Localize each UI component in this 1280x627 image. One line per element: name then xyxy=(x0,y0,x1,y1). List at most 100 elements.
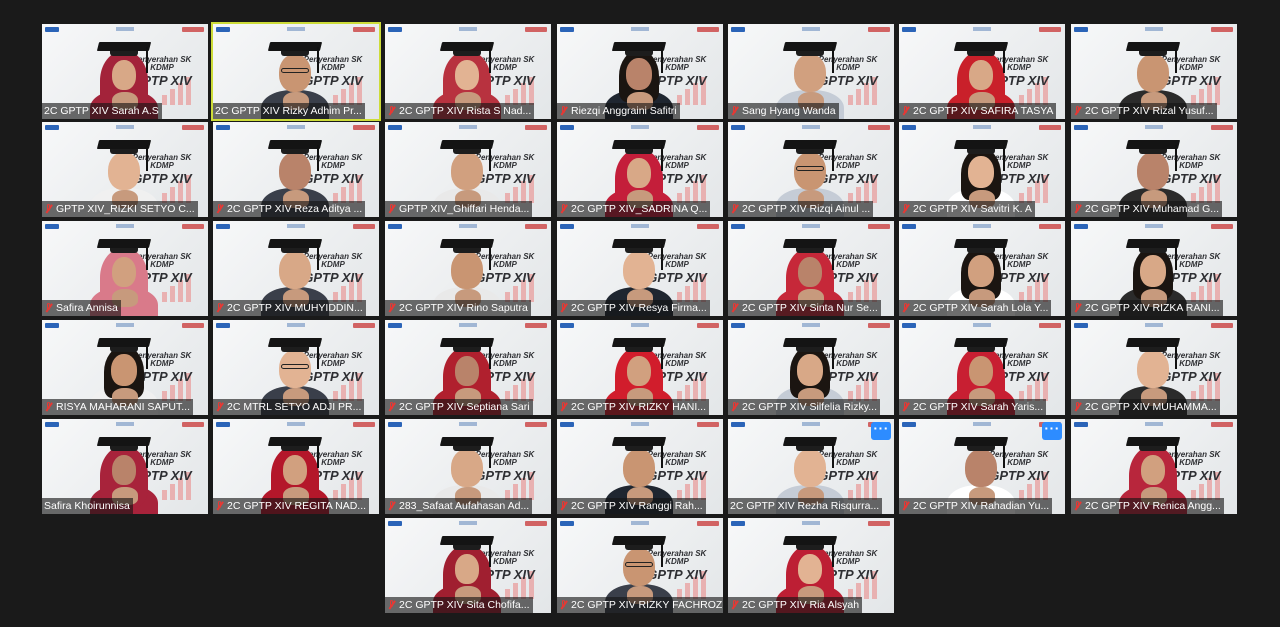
participant-name: GPTP XIV_RIZKI SETYO C... xyxy=(56,203,195,215)
logo xyxy=(1145,422,1163,426)
logo xyxy=(731,521,745,526)
more-options-button[interactable]: ··· xyxy=(871,422,891,440)
muted-mic-icon xyxy=(901,501,910,511)
participant-name-label: 2C GPTP XIV Rizky Adhim Pr... xyxy=(213,103,365,119)
participant-tile[interactable]: Penyerahan SK KDMP GPTP XIV 2C GPTP XIV Si… xyxy=(385,518,551,613)
participant-name-label: Sang Hyang Wanda xyxy=(728,103,839,119)
tassel xyxy=(661,47,663,73)
participant-name-label: 2C GPTP XIV Sinta Nur Se... xyxy=(728,300,881,316)
participant-tile[interactable]: Penyerahan SK KDMP GPTP XIV 2C MTRL SETYO … xyxy=(213,320,379,415)
participant-name: 2C GPTP XIV RIZKA RANI... xyxy=(1085,302,1220,314)
participant-tile[interactable]: Penyerahan SK KDMP GPTP XIV Riezqi Anggrai… xyxy=(557,24,723,119)
logo xyxy=(1074,422,1088,427)
participant-tile[interactable]: Penyerahan SK KDMP GPTP XIV Sang Hyang Wan… xyxy=(728,24,894,119)
participant-tile[interactable]: Penyerahan SK KDMP GPTP XIV 2C GPTP XIV Ri… xyxy=(211,22,381,121)
participant-tile[interactable]: Penyerahan SK KDMP GPTP XIV 2C GPTP XIV Se… xyxy=(385,320,551,415)
logo xyxy=(560,422,574,427)
tassel xyxy=(146,442,148,468)
participant-tile[interactable]: Penyerahan SK KDMP GPTP XIV Safira Khoirun… xyxy=(42,419,208,514)
participant-name-label: 2C GPTP XIV Rizal Yusuf... xyxy=(1071,103,1217,119)
graduation-cap-icon xyxy=(953,338,1009,347)
participant-name-label: 2C GPTP XIV Muhamad G... xyxy=(1071,201,1223,217)
logo xyxy=(560,27,574,32)
participant-tile[interactable]: Penyerahan SK KDMP GPTP XIV 2C GPTP XIV Sa… xyxy=(899,320,1065,415)
muted-mic-icon xyxy=(559,106,568,116)
logo xyxy=(525,224,547,229)
participant-name-label: 2C GPTP XIV RIZKA RANI... xyxy=(1071,300,1223,316)
participant-tile[interactable]: Penyerahan SK KDMP GPTP XIV 2C GPTP XIV RI… xyxy=(1071,221,1237,316)
participant-name-label: 2C GPTP XIV Ria Alsyah xyxy=(728,597,863,613)
participant-name-label: 2C GPTP XIV SAFIRA TASYA xyxy=(899,103,1057,119)
participant-tile[interactable]: Penyerahan SK KDMP GPTP XIV 2C GPTP XIV Re… xyxy=(557,221,723,316)
participant-name: 2C GPTP XIV Septiana Sari xyxy=(399,401,530,413)
tassel xyxy=(1003,47,1005,73)
participant-name: 2C GPTP XIV Rezha Risqurra... xyxy=(730,500,880,512)
participant-name-label: 2C GPTP XIV MUHAMMA... xyxy=(1071,399,1220,415)
participant-tile[interactable]: Penyerahan SK KDMP GPTP XIV 2C GPTP XIV SA… xyxy=(899,24,1065,119)
participant-tile[interactable]: Penyerahan SK KDMP GPTP XIV RISYA MAHARANI… xyxy=(42,320,208,415)
participant-name-label: 2C GPTP XIV Reza Aditya ... xyxy=(213,201,366,217)
graduation-cap-icon xyxy=(1125,42,1181,51)
participant-tile[interactable]: Penyerahan SK KDMP GPTP XIV 2C GPTP XIV Sa… xyxy=(42,24,208,119)
muted-mic-icon xyxy=(730,303,739,313)
muted-mic-icon xyxy=(559,204,568,214)
logo xyxy=(1145,27,1163,31)
muted-mic-icon xyxy=(730,402,739,412)
participant-tile[interactable]: Penyerahan SK KDMP GPTP XIV 2C GPTP XIV Ri… xyxy=(728,122,894,217)
logo xyxy=(1145,125,1163,129)
participant-name: 2C GPTP XIV RIZKY HANI... xyxy=(571,401,706,413)
graduation-cap-icon xyxy=(611,140,667,149)
logo xyxy=(353,27,375,32)
participant-tile[interactable]: Penyerahan SK KDMP GPTP XIV ··· 2C GPTP XIV… xyxy=(728,419,894,514)
logo xyxy=(868,224,890,229)
participant-tile[interactable]: Penyerahan SK KDMP GPTP XIV 2C GPTP XIV Re… xyxy=(213,122,379,217)
graduation-cap-icon xyxy=(1125,338,1181,347)
participant-name: 2C GPTP XIV RIZKY FACHROZI xyxy=(571,599,723,611)
participant-tile[interactable]: Penyerahan SK KDMP GPTP XIV 2C GPTP XIV Ri… xyxy=(385,24,551,119)
participant-tile[interactable]: Penyerahan SK KDMP GPTP XIV 2C GPTP XIV_SA… xyxy=(557,122,723,217)
participant-tile[interactable]: Penyerahan SK KDMP GPTP XIV 2C GPTP XIV MU… xyxy=(213,221,379,316)
participant-tile[interactable]: Penyerahan SK KDMP GPTP XIV 2C GPTP XIV RI… xyxy=(557,320,723,415)
logo xyxy=(216,27,230,32)
participant-tile[interactable]: Penyerahan SK KDMP GPTP XIV 2C GPTP XIV Mu… xyxy=(1071,122,1237,217)
logo xyxy=(631,521,649,525)
participant-name-label: GPTP XIV_RIZKI SETYO C... xyxy=(42,201,198,217)
muted-mic-icon xyxy=(901,402,910,412)
participant-tile[interactable]: Penyerahan SK KDMP GPTP XIV GPTP XIV_RIZKI… xyxy=(42,122,208,217)
logo xyxy=(731,125,745,130)
participant-tile[interactable]: Penyerahan SK KDMP GPTP XIV 2C GPTP XIV Sa… xyxy=(899,221,1065,316)
tassel xyxy=(1175,47,1177,73)
participant-tile[interactable]: Penyerahan SK KDMP GPTP XIV 283_Safaat Auf… xyxy=(385,419,551,514)
participant-tile[interactable]: Penyerahan SK KDMP GPTP XIV 2C GPTP XIV Ri… xyxy=(385,221,551,316)
logo xyxy=(902,224,916,229)
participant-tile[interactable]: Penyerahan SK KDMP GPTP XIV 2C GPTP XIV MU… xyxy=(1071,320,1237,415)
participant-tile[interactable]: Penyerahan SK KDMP GPTP XIV Safira Annisa xyxy=(42,221,208,316)
logo xyxy=(731,224,745,229)
logo xyxy=(287,27,305,31)
participant-name: 2C GPTP XIV Silfelia Rizky... xyxy=(742,401,877,413)
participant-name-label: 2C MTRL SETYO ADJI PR... xyxy=(213,399,365,415)
tassel xyxy=(146,145,148,171)
muted-mic-icon xyxy=(730,600,739,610)
participant-tile[interactable]: Penyerahan SK KDMP GPTP XIV 2C GPTP XIV Ra… xyxy=(557,419,723,514)
logo xyxy=(459,521,477,525)
participant-tile[interactable]: Penyerahan SK KDMP GPTP XIV 2C GPTP XIV Si… xyxy=(728,320,894,415)
participant-tile[interactable]: Penyerahan SK KDMP GPTP XIV ··· 2C GPTP XIV… xyxy=(899,419,1065,514)
more-options-button[interactable]: ··· xyxy=(1042,422,1062,440)
participant-tile[interactable]: Penyerahan SK KDMP GPTP XIV 2C GPTP XIV Re… xyxy=(1071,419,1237,514)
logo xyxy=(459,323,477,327)
graduation-cap-icon xyxy=(96,239,152,248)
logo xyxy=(973,27,991,31)
participant-name-label: 2C GPTP XIV REGITA NAD... xyxy=(213,498,370,514)
participant-tile[interactable]: Penyerahan SK KDMP GPTP XIV 2C GPTP XIV Si… xyxy=(728,221,894,316)
participant-tile[interactable]: Penyerahan SK KDMP GPTP XIV 2C GPTP XIV Ri… xyxy=(1071,24,1237,119)
logo xyxy=(388,125,402,130)
participant-tile[interactable]: Penyerahan SK KDMP GPTP XIV 2C GPTP XIV Sa… xyxy=(899,122,1065,217)
participant-tile[interactable]: Penyerahan SK KDMP GPTP XIV 2C GPTP XIV Ri… xyxy=(728,518,894,613)
logo xyxy=(631,27,649,31)
graduation-cap-icon xyxy=(439,140,495,149)
participant-tile[interactable]: Penyerahan SK KDMP GPTP XIV 2C GPTP XIV RE… xyxy=(213,419,379,514)
logo xyxy=(1074,27,1088,32)
participant-tile[interactable]: Penyerahan SK KDMP GPTP XIV 2C GPTP XIV RI… xyxy=(557,518,723,613)
participant-tile[interactable]: Penyerahan SK KDMP GPTP XIV GPTP XIV_Ghiff… xyxy=(385,122,551,217)
